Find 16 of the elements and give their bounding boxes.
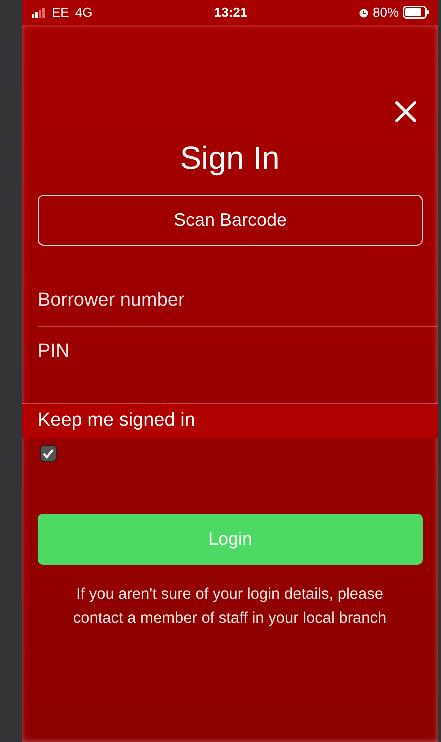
battery-icon xyxy=(403,6,430,19)
help-text: If you aren't sure of your login details, please contact a member of staff in your local branch xyxy=(72,585,388,629)
close-button[interactable] xyxy=(393,99,419,125)
alarm-clock-icon xyxy=(358,8,369,18)
scan-barcode-button[interactable]: Scan Barcode xyxy=(38,195,423,246)
clock-time: 13:21 xyxy=(213,5,249,20)
signal-icon xyxy=(32,8,46,18)
dialog-title: Sign In xyxy=(179,139,281,178)
keep-signed-in-label: Keep me signed in xyxy=(22,404,438,438)
carrier-name: EE xyxy=(52,5,70,20)
keep-signed-in-checkbox[interactable] xyxy=(40,445,57,462)
input-field[interactable]: Borrower number xyxy=(38,276,438,326)
network-type: 4G xyxy=(75,5,93,20)
battery-percent: 80% xyxy=(372,5,400,20)
close-icon xyxy=(393,99,419,125)
input-field[interactable]: PIN xyxy=(22,327,438,403)
